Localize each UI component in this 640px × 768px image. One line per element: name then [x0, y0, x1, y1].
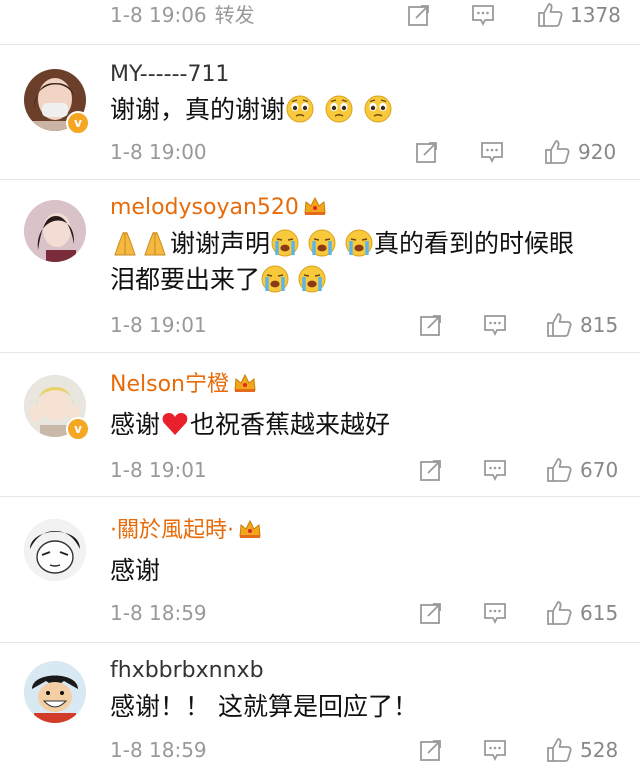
username[interactable]: melodysoyan520 — [110, 194, 327, 222]
comment-text: 感谢！！ 这就算是回应了！ — [110, 692, 418, 721]
comment-footer: 1-8 19:01 815 — [110, 310, 640, 340]
share-icon[interactable] — [407, 3, 431, 27]
comment-icon[interactable] — [471, 3, 495, 27]
avatar[interactable] — [24, 661, 86, 723]
crown-icon — [238, 519, 262, 539]
comment-time: 1-8 18:59 — [110, 738, 207, 762]
like-icon[interactable] — [546, 457, 572, 483]
crying-face-emoji — [308, 229, 336, 257]
comment-time: 1-8 19:01 — [110, 313, 207, 337]
comment-icon[interactable] — [480, 140, 504, 164]
comment-text: 感谢 也祝香蕉越来越好 — [110, 410, 391, 439]
comment-footer: 1-8 19:06 转发 1378 — [110, 0, 640, 30]
comment-time: 1-8 18:59 — [110, 601, 207, 625]
forward-label[interactable]: 转发 — [215, 3, 255, 27]
comment-text: 谢谢声明 真的看到的时候眼 泪都要出来了 — [110, 229, 575, 294]
like-icon[interactable] — [546, 600, 572, 626]
avatar[interactable] — [24, 519, 86, 581]
comment-footer: 1-8 18:59 528 — [110, 735, 640, 765]
share-icon[interactable] — [419, 601, 443, 625]
avatar[interactable] — [24, 200, 86, 262]
comment-item: v Nelson宁橙 感谢 也祝香蕉越来越好 1-8 19:01 670 — [0, 352, 640, 497]
username[interactable]: Nelson宁橙 — [110, 371, 257, 399]
comment-footer: 1-8 18:59 615 — [110, 598, 640, 628]
comment-text: 感谢 — [110, 556, 161, 585]
like-count: 920 — [578, 140, 617, 164]
crying-face-emoji — [271, 229, 299, 257]
share-icon[interactable] — [415, 140, 439, 164]
comment-item: ·關於風起時· 感谢 1-8 18:59 615 — [0, 496, 640, 643]
praying-hands-emoji — [111, 229, 139, 257]
like-count: 670 — [580, 458, 619, 482]
pleading-face-emoji — [325, 95, 353, 123]
pleading-face-emoji — [364, 95, 392, 123]
comment-footer: 1-8 19:01 670 — [110, 455, 640, 485]
share-icon[interactable] — [419, 458, 443, 482]
crying-face-emoji — [345, 229, 373, 257]
like-count: 815 — [580, 313, 619, 337]
comment-item: fhxbbrbxnnxb 感谢！！ 这就算是回应了！ 1-8 18:59 528 — [0, 642, 640, 768]
verified-badge: v — [66, 111, 90, 135]
comment-icon[interactable] — [483, 458, 507, 482]
crying-face-emoji — [298, 265, 326, 293]
username[interactable]: fhxbbrbxnnxb — [110, 657, 264, 685]
like-count: 615 — [580, 601, 619, 625]
like-icon[interactable] — [544, 139, 570, 165]
share-icon[interactable] — [419, 313, 443, 337]
pleading-face-emoji — [286, 95, 314, 123]
username[interactable]: ·關於風起時· — [110, 517, 262, 545]
comment-time: 1-8 19:06 转发 — [110, 3, 255, 27]
like-icon[interactable] — [546, 312, 572, 338]
like-count: 528 — [580, 738, 619, 762]
comment-item: melodysoyan520 谢谢声明 真的看到的时候眼 泪都要出来了 1-8 19… — [0, 179, 640, 353]
crying-face-emoji — [261, 265, 289, 293]
red-heart-emoji — [161, 410, 189, 438]
crown-icon — [233, 373, 257, 393]
comment-time: 1-8 19:01 — [110, 458, 207, 482]
like-icon[interactable] — [546, 737, 572, 763]
verified-badge: v — [66, 417, 90, 441]
like-icon[interactable] — [537, 2, 563, 28]
crown-icon — [303, 196, 327, 216]
comment-icon[interactable] — [483, 313, 507, 337]
partial-comment-footer: 1-8 19:06 转发 1378 — [0, 0, 640, 44]
comment-item: v MY------711 谢谢，真的谢谢 1-8 19:00 920 — [0, 44, 640, 180]
share-icon[interactable] — [419, 738, 443, 762]
comment-icon[interactable] — [483, 601, 507, 625]
comment-icon[interactable] — [483, 738, 507, 762]
comment-text: 谢谢，真的谢谢 — [110, 92, 610, 128]
like-count: 1378 — [570, 3, 621, 27]
praying-hands-emoji — [141, 229, 169, 257]
comment-time: 1-8 19:00 — [110, 140, 207, 164]
username[interactable]: MY------711 — [110, 61, 229, 89]
comment-footer: 1-8 19:00 920 — [110, 137, 640, 167]
